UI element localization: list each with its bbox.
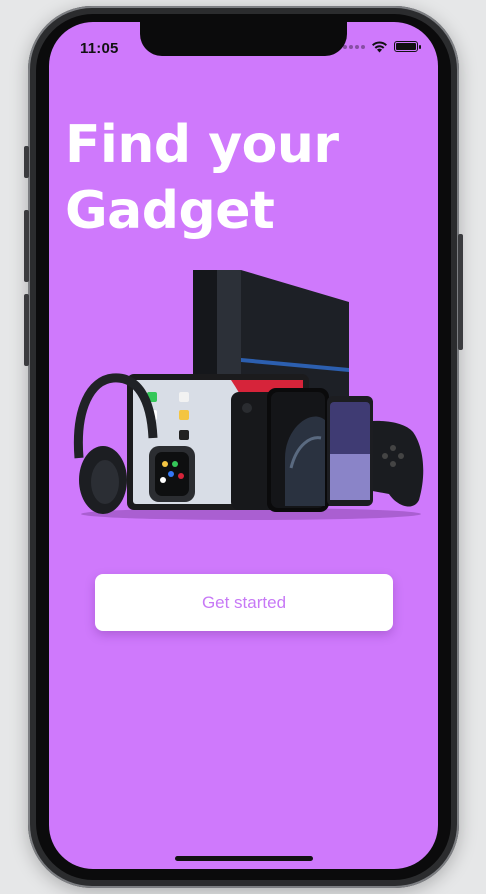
gadgets-collage-image xyxy=(73,270,424,520)
status-time: 11:05 xyxy=(80,40,119,57)
mute-switch xyxy=(24,146,29,178)
battery-icon xyxy=(394,41,421,52)
cellular-signal-icon xyxy=(343,44,365,49)
wifi-icon xyxy=(372,41,387,53)
home-indicator xyxy=(175,856,313,861)
volume-down-button xyxy=(24,294,29,366)
headline-line-1: Find your xyxy=(65,115,339,175)
app-screen: 11:05 Find your Gadget Get started xyxy=(49,22,438,869)
headline: Find your Gadget xyxy=(65,112,425,244)
smartwatch-image xyxy=(149,446,195,502)
phone-android-image xyxy=(327,396,373,506)
headline-line-2: Gadget xyxy=(65,181,275,241)
get-started-button[interactable]: Get started xyxy=(95,574,393,631)
power-button xyxy=(458,234,463,350)
phone-pro-image xyxy=(267,388,329,512)
status-icons xyxy=(343,40,421,53)
notch xyxy=(140,22,347,56)
volume-up-button xyxy=(24,210,29,282)
